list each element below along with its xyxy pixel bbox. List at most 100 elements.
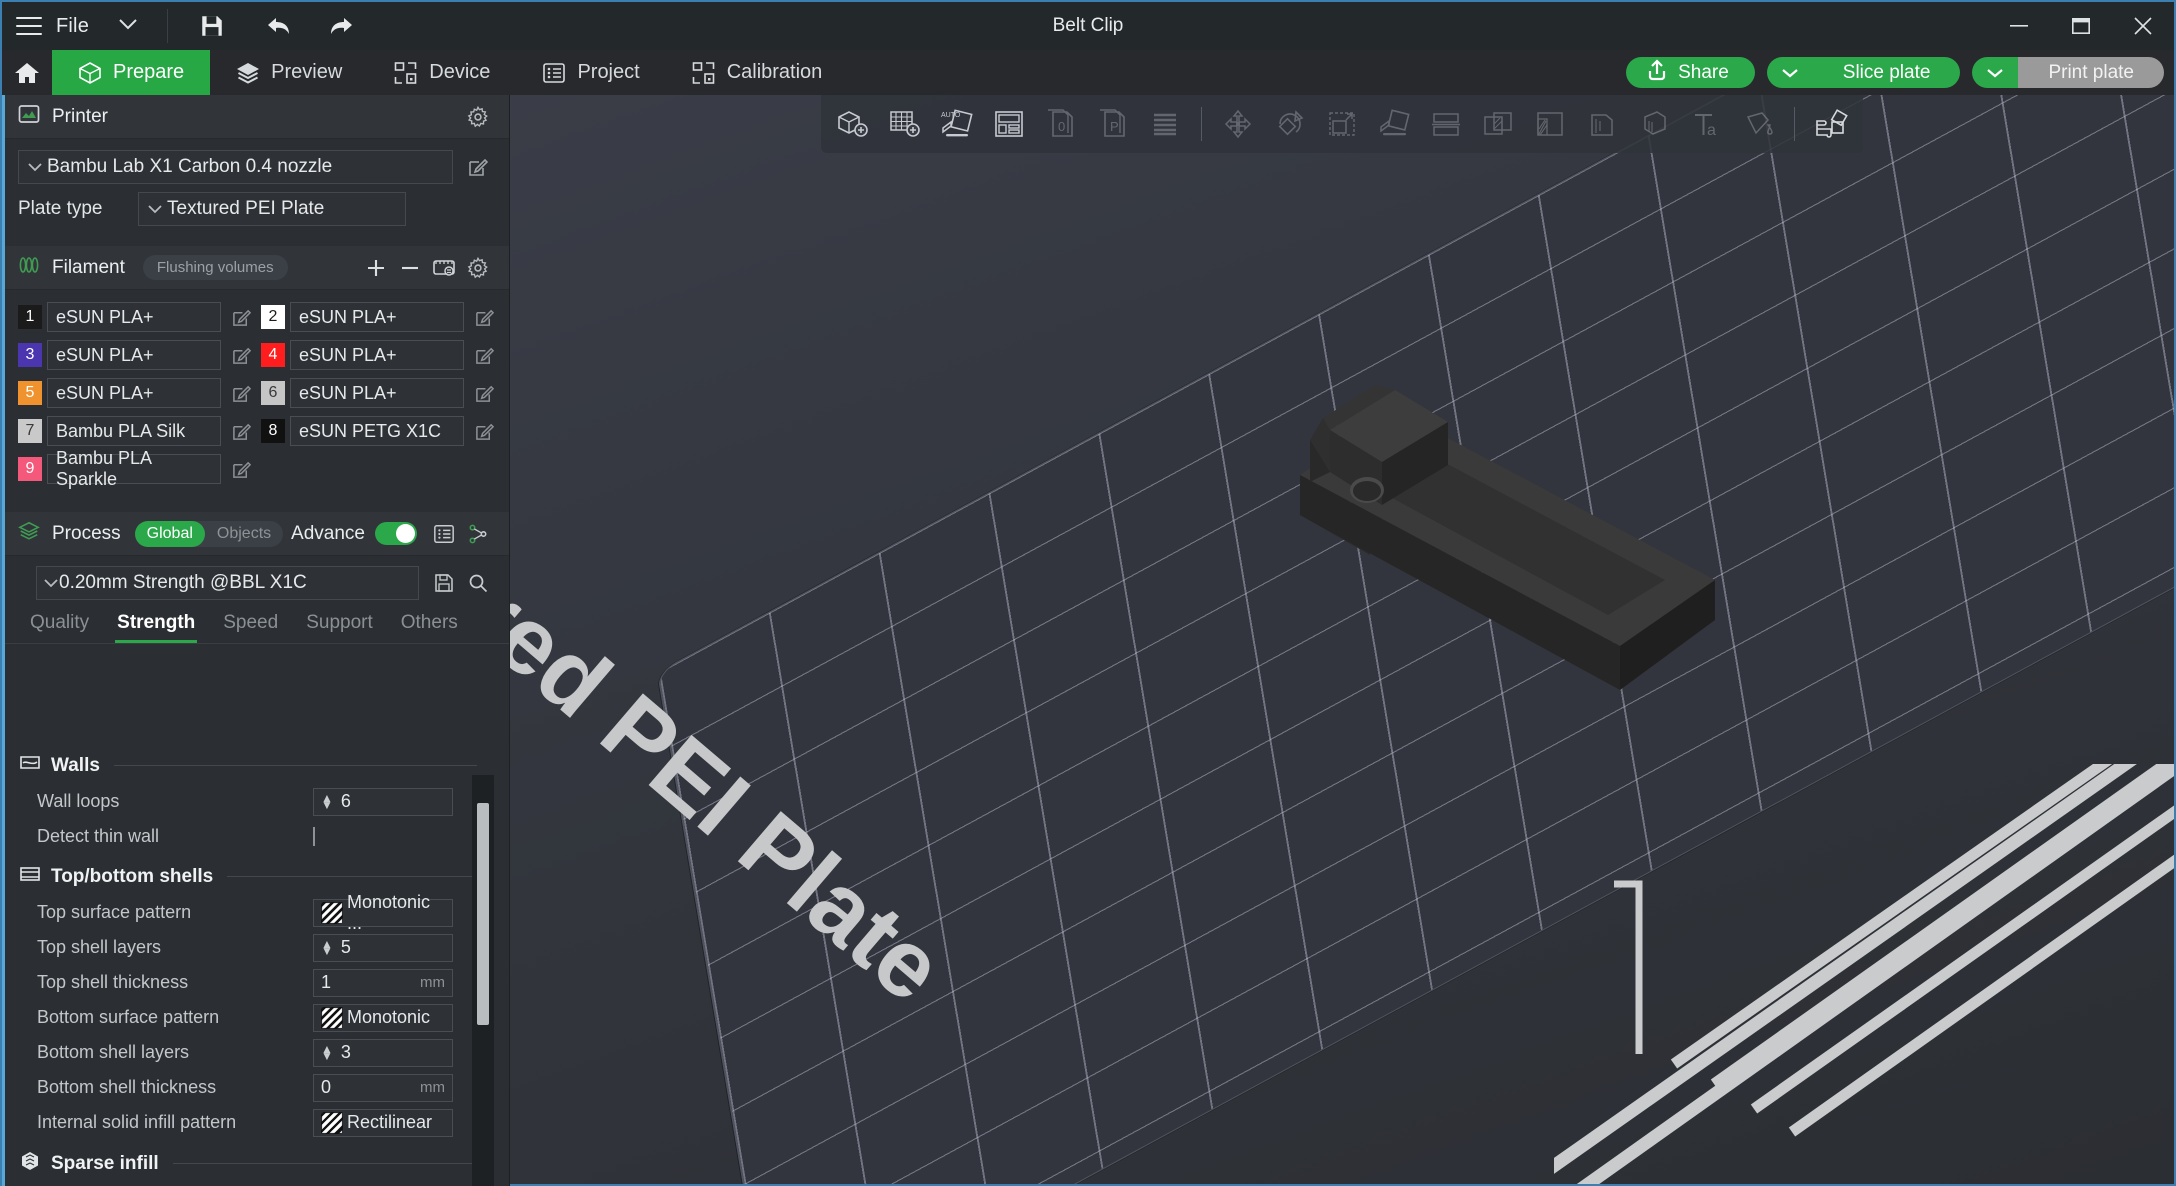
tab-device[interactable]: Device (368, 50, 516, 95)
wall-loops-spinner[interactable]: ▲ ▼ 6 (313, 787, 453, 816)
gear-icon[interactable] (461, 251, 495, 285)
tab-project[interactable]: Project (516, 50, 665, 95)
tab-preview[interactable]: Preview (210, 50, 368, 95)
fuzzy-skin-icon[interactable] (1628, 98, 1680, 150)
object-zero-icon[interactable]: 0 (1035, 98, 1087, 150)
spinner-arrows-icon[interactable]: ▲ ▼ (321, 792, 333, 811)
subtab-quality[interactable]: Quality (16, 612, 103, 643)
layers-list-icon[interactable] (1139, 98, 1191, 150)
edit-icon[interactable] (470, 422, 498, 441)
settings-list[interactable]: Walls Wall loops ▲▼ 6 Detect thin wall (5, 743, 497, 1186)
compare-icon[interactable] (461, 517, 495, 551)
bottom-shell-layers-spinner[interactable]: ▲ ▼ 3 (313, 1038, 453, 1067)
tab-prepare[interactable]: Prepare (52, 50, 211, 95)
minimize-icon[interactable] (1988, 2, 2050, 50)
3d-viewport[interactable]: tured PEI Plate AUTO 0 P a (510, 95, 2174, 1184)
plate-type-select[interactable]: Textured PEI Plate (138, 192, 406, 226)
filament-name[interactable]: Bambu PLA Sparkle (47, 448, 221, 489)
spinner-arrows-icon[interactable]: ▲ ▼ (321, 1043, 333, 1062)
hamburger-icon[interactable] (16, 17, 42, 35)
edit-icon[interactable] (470, 346, 498, 365)
filament-color-chip[interactable]: 5 (18, 381, 42, 405)
bottom-surface-pattern-select[interactable]: Monotonic (313, 995, 453, 1032)
top-shell-thickness-input[interactable]: 1 mm (313, 968, 453, 997)
scale-icon[interactable] (1316, 98, 1368, 150)
edit-icon[interactable] (227, 460, 255, 479)
maximize-icon[interactable] (2050, 2, 2112, 50)
layout-icon[interactable] (983, 98, 1035, 150)
move-icon[interactable] (1212, 98, 1264, 150)
text-shape-icon[interactable]: a (1680, 98, 1732, 150)
undo-arrow-icon[interactable] (256, 4, 300, 48)
detect-thin-wall-checkbox[interactable] (313, 826, 315, 846)
filament-slot-7[interactable]: 7 Bambu PLA Silk (18, 416, 261, 446)
filament-color-chip[interactable]: 8 (261, 419, 285, 443)
flushing-volumes-button[interactable]: Flushing volumes (142, 255, 288, 280)
top-shell-layers-spinner[interactable]: ▲ ▼ 5 (313, 933, 453, 962)
subtab-strength[interactable]: Strength (103, 612, 209, 643)
chevron-down-icon[interactable] (117, 17, 139, 35)
filament-slot-5[interactable]: 5 eSUN PLA+ (18, 378, 261, 408)
minus-icon[interactable] (393, 251, 427, 285)
plus-icon[interactable] (359, 251, 393, 285)
filament-slot-8[interactable]: 8 eSUN PETG X1C (261, 416, 504, 446)
color-paint-icon[interactable] (1732, 98, 1784, 150)
filament-name[interactable]: eSUN PLA+ (290, 378, 464, 408)
tab-calibration[interactable]: Calibration (666, 50, 849, 95)
filament-name[interactable]: eSUN PLA+ (47, 340, 221, 370)
ams-icon[interactable] (427, 251, 461, 285)
filament-slot-9[interactable]: 9 Bambu PLA Sparkle (18, 448, 261, 489)
edit-icon[interactable] (227, 384, 255, 403)
slice-plate-button[interactable]: Slice plate (1766, 57, 1961, 88)
chevron-down-icon[interactable] (1972, 57, 2019, 88)
subtab-support[interactable]: Support (292, 612, 387, 643)
filament-color-chip[interactable]: 9 (18, 457, 42, 481)
gear-icon[interactable] (461, 100, 495, 134)
internal-solid-infill-pattern-select[interactable]: Rectilinear (310, 1100, 453, 1139)
edit-icon[interactable] (470, 384, 498, 403)
filament-name[interactable]: Bambu PLA Silk (47, 416, 221, 446)
process-scope-toggle[interactable]: Global Objects (134, 520, 284, 547)
list-view-icon[interactable] (427, 517, 461, 551)
mesh-boolean-icon[interactable] (1472, 98, 1524, 150)
add-object-icon[interactable] (827, 98, 879, 150)
edit-icon[interactable] (227, 422, 255, 441)
filament-name[interactable]: eSUN PLA+ (47, 302, 221, 332)
bottom-shell-thickness-input[interactable]: 0 mm (313, 1073, 453, 1102)
edit-icon[interactable] (470, 308, 498, 327)
rotate-icon[interactable] (1264, 98, 1316, 150)
filament-color-chip[interactable]: 3 (18, 343, 42, 367)
edit-icon[interactable] (227, 308, 255, 327)
print-plate-label[interactable]: Print plate (2018, 57, 2164, 88)
advance-toggle[interactable] (375, 522, 417, 545)
slice-plate-label[interactable]: Slice plate (1812, 57, 1961, 88)
filament-slot-6[interactable]: 6 eSUN PLA+ (261, 378, 504, 408)
subtab-speed[interactable]: Speed (209, 612, 292, 643)
filament-slot-3[interactable]: 3 eSUN PLA+ (18, 340, 261, 370)
file-menu-label[interactable]: File (56, 15, 89, 38)
filament-color-chip[interactable]: 7 (18, 419, 42, 443)
assembly-view-icon[interactable] (1805, 98, 1857, 150)
top-surface-pattern-select[interactable]: Monotonic ... (313, 890, 453, 933)
filament-name[interactable]: eSUN PLA+ (290, 302, 464, 332)
spinner-arrows-icon[interactable]: ▲ ▼ (321, 938, 333, 957)
seam-paint-icon[interactable] (1576, 98, 1628, 150)
cut-icon[interactable] (1420, 98, 1472, 150)
filament-slot-4[interactable]: 4 eSUN PLA+ (261, 340, 504, 370)
scrollbar-thumb[interactable] (477, 803, 489, 1025)
process-preset-select[interactable]: 0.20mm Strength @BBL X1C (36, 566, 419, 600)
add-plate-icon[interactable] (879, 98, 931, 150)
auto-arrange-icon[interactable]: AUTO (931, 98, 983, 150)
save-disk-icon[interactable] (190, 4, 234, 48)
print-plate-button[interactable]: Print plate (1972, 57, 2164, 88)
printer-preset-select[interactable]: Bambu Lab X1 Carbon 0.4 nozzle (18, 150, 453, 184)
settings-scrollbar[interactable] (472, 775, 494, 1186)
scope-objects[interactable]: Objects (205, 521, 283, 547)
redo-arrow-icon[interactable] (320, 4, 364, 48)
filament-slot-1[interactable]: 1 eSUN PLA+ (18, 302, 261, 332)
edit-icon[interactable] (461, 150, 495, 184)
chevron-down-icon[interactable] (1766, 57, 1813, 88)
close-icon[interactable] (2112, 2, 2174, 50)
filament-color-chip[interactable]: 2 (261, 305, 285, 329)
filament-color-chip[interactable]: 6 (261, 381, 285, 405)
